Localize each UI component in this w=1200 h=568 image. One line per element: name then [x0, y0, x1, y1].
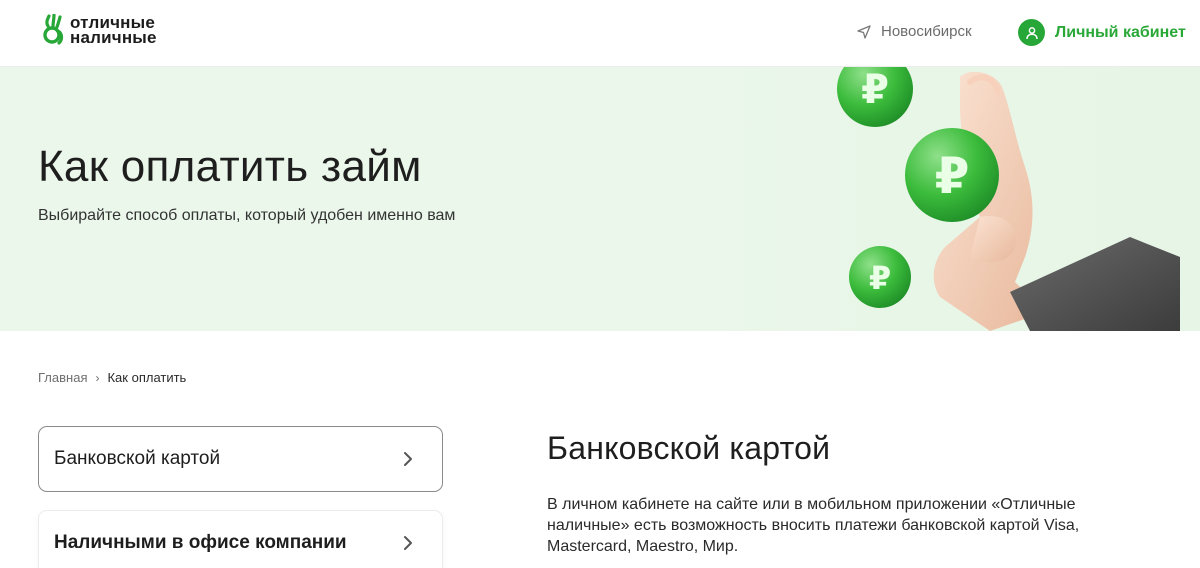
page-subtitle: Выбирайте способ оплаты, который удобен … — [38, 207, 456, 224]
breadcrumb-home[interactable]: Главная — [38, 370, 87, 385]
section-text: В личном кабинете на сайте или в мобильн… — [547, 496, 1080, 555]
ok-hand-logo-icon — [43, 14, 64, 45]
city-name: Новосибирск — [881, 23, 972, 40]
sidebar-item-label: Наличными в офисе компании — [54, 532, 347, 553]
coin-middle: ₽ — [905, 128, 999, 222]
section-title: Банковской картой — [547, 430, 831, 466]
logo[interactable]: отличные наличные — [42, 14, 157, 46]
account-label: Личный кабинет — [1055, 23, 1186, 41]
svg-text:₽: ₽ — [869, 259, 891, 297]
hand-with-coins-illustration: ₽ ₽ ₽ — [837, 67, 1180, 331]
page-title: Как оплатить займ — [38, 142, 422, 191]
city-selector[interactable]: Новосибирск — [856, 23, 972, 40]
svg-text:₽: ₽ — [861, 67, 889, 113]
chevron-right-icon — [404, 452, 412, 466]
site-header: отличные наличные Новосибирск Личный каб… — [0, 0, 1200, 67]
sidebar-item-bank-card[interactable]: Банковской картой — [38, 426, 443, 492]
breadcrumb-current: Как оплатить — [107, 370, 187, 385]
sidebar-item-cash-office[interactable]: Наличными в офисе компании — [38, 510, 443, 568]
svg-text:₽: ₽ — [935, 147, 970, 205]
chevron-right-icon — [404, 536, 412, 550]
hero-banner: Как оплатить займ Выбирайте способ оплат… — [0, 67, 1200, 331]
account-button[interactable]: Личный кабинет — [1018, 19, 1186, 46]
location-arrow-icon — [857, 24, 871, 39]
breadcrumb: Главная › Как оплатить — [38, 370, 186, 385]
breadcrumb-separator: › — [95, 370, 100, 385]
logo-text: отличные наличные — [70, 14, 157, 47]
coin-top: ₽ — [837, 67, 913, 127]
user-icon — [1018, 19, 1045, 46]
sidebar-item-label: Банковской картой — [54, 448, 221, 469]
coin-bottom: ₽ — [849, 246, 911, 308]
logo-line-2: наличные — [70, 28, 157, 47]
